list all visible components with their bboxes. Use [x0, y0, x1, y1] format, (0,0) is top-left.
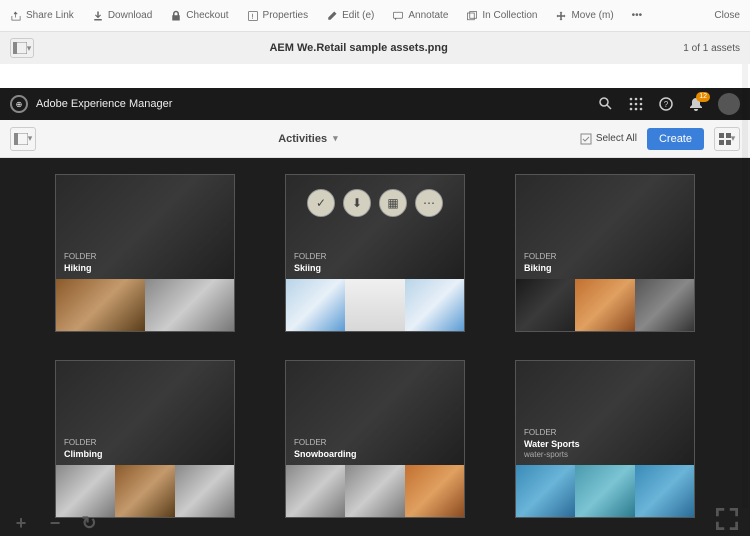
folder-card[interactable]: FOLDER Biking	[515, 174, 695, 332]
folder-name: Hiking	[64, 263, 96, 273]
properties-icon: ▦	[387, 196, 398, 210]
folder-subtitle: water-sports	[524, 450, 580, 459]
asset-viewer-toolbar: Share Link Download Checkout Properties …	[0, 0, 750, 32]
folder-card[interactable]: FOLDER Water Sports water-sports	[515, 360, 695, 518]
apps-icon[interactable]	[628, 96, 644, 112]
check-icon: ✓	[316, 196, 326, 210]
aem-header: ⊕ Adobe Experience Manager ? 12	[0, 88, 750, 120]
folder-card[interactable]: FOLDER Hiking	[55, 174, 235, 332]
notification-badge: 12	[696, 92, 710, 102]
download-button[interactable]: Download	[92, 10, 152, 22]
folder-type-label: FOLDER	[294, 438, 357, 447]
properties-icon	[247, 10, 259, 22]
annotate-icon	[392, 10, 404, 22]
move-icon	[555, 10, 567, 22]
folder-type-label: FOLDER	[524, 252, 556, 261]
folder-name: Snowboarding	[294, 449, 357, 459]
create-button[interactable]: Create	[647, 128, 704, 150]
checkbox-icon	[580, 133, 592, 145]
notifications-icon[interactable]: 12	[688, 96, 704, 112]
download-icon	[92, 10, 104, 22]
download-icon: ⬇	[352, 196, 362, 210]
select-all-button[interactable]: Select All	[580, 133, 637, 145]
folder-name: Skiing	[294, 263, 326, 273]
close-button[interactable]: Close	[714, 10, 740, 21]
checkout-button[interactable]: Checkout	[170, 10, 228, 22]
folder-name: Climbing	[64, 449, 103, 459]
view-toggle-button[interactable]: ▾	[10, 38, 34, 58]
properties-button[interactable]: Properties	[247, 10, 309, 22]
folder-name: Biking	[524, 263, 556, 273]
zoom-out-button[interactable]: −	[44, 512, 66, 534]
panel-icon	[14, 133, 28, 145]
folder-card[interactable]: ✓ ⬇ ▦ ⋯ FOLDER Skiing	[285, 174, 465, 332]
fullscreen-button[interactable]	[716, 508, 738, 530]
quick-actions: ✓ ⬇ ▦ ⋯	[307, 189, 443, 217]
collection-icon	[466, 10, 478, 22]
breadcrumb[interactable]: Activities ▾	[36, 133, 580, 145]
plus-icon: +	[16, 513, 27, 534]
title-bar: ▾ AEM We.Retail sample assets.png 1 of 1…	[0, 32, 750, 64]
ellipsis-icon: •••	[632, 10, 643, 21]
help-icon[interactable]: ?	[658, 96, 674, 112]
aem-logo[interactable]: ⊕	[10, 95, 28, 113]
search-icon[interactable]	[598, 96, 614, 112]
view-switcher-button[interactable]: ▾	[714, 127, 740, 151]
card-grid-area: FOLDER Hiking ✓ ⬇ ▦ ⋯ FOLDER Skiing	[0, 158, 750, 536]
folder-card[interactable]: FOLDER Snowboarding	[285, 360, 465, 518]
scrollbar[interactable]	[742, 64, 748, 508]
zoom-reset-button[interactable]: ↻	[78, 512, 100, 534]
pencil-icon	[326, 10, 338, 22]
zoom-controls: + − ↻	[10, 512, 100, 534]
grid-icon	[719, 133, 731, 145]
assets-toolbar: ▾ Activities ▾ Select All Create ▾	[0, 120, 750, 158]
folder-card[interactable]: FOLDER Climbing	[55, 360, 235, 518]
ellipsis-icon: ⋯	[423, 196, 435, 210]
chevron-down-icon: ▾	[333, 133, 338, 144]
share-icon	[10, 10, 22, 22]
asset-title: AEM We.Retail sample assets.png	[34, 42, 683, 54]
chevron-down-icon: ▾	[27, 43, 32, 54]
asset-count: 1 of 1 assets	[683, 43, 740, 54]
minus-icon: −	[50, 513, 61, 534]
panel-icon	[13, 42, 27, 54]
chevron-down-icon: ▾	[731, 133, 736, 144]
rail-toggle-button[interactable]: ▾	[10, 127, 36, 151]
lock-icon	[170, 10, 182, 22]
folder-name: Water Sports	[524, 439, 580, 449]
folder-type-label: FOLDER	[524, 428, 580, 437]
reset-icon: ↻	[81, 513, 96, 534]
zoom-in-button[interactable]: +	[10, 512, 32, 534]
folder-type-label: FOLDER	[64, 252, 96, 261]
in-collection-button[interactable]: In Collection	[466, 10, 537, 22]
folder-type-label: FOLDER	[294, 252, 326, 261]
properties-action-button[interactable]: ▦	[379, 189, 407, 217]
edit-button[interactable]: Edit (e)	[326, 10, 374, 22]
more-action-button[interactable]: ⋯	[415, 189, 443, 217]
folder-type-label: FOLDER	[64, 438, 103, 447]
select-action-button[interactable]: ✓	[307, 189, 335, 217]
move-button[interactable]: Move (m)	[555, 10, 613, 22]
download-action-button[interactable]: ⬇	[343, 189, 371, 217]
share-link-button[interactable]: Share Link	[10, 10, 74, 22]
fullscreen-icon	[716, 508, 738, 530]
more-actions-button[interactable]: •••	[632, 10, 643, 21]
svg-text:?: ?	[664, 100, 669, 109]
user-avatar[interactable]	[718, 93, 740, 115]
annotate-button[interactable]: Annotate	[392, 10, 448, 22]
product-name: Adobe Experience Manager	[36, 98, 598, 110]
chevron-down-icon: ▾	[28, 133, 33, 144]
